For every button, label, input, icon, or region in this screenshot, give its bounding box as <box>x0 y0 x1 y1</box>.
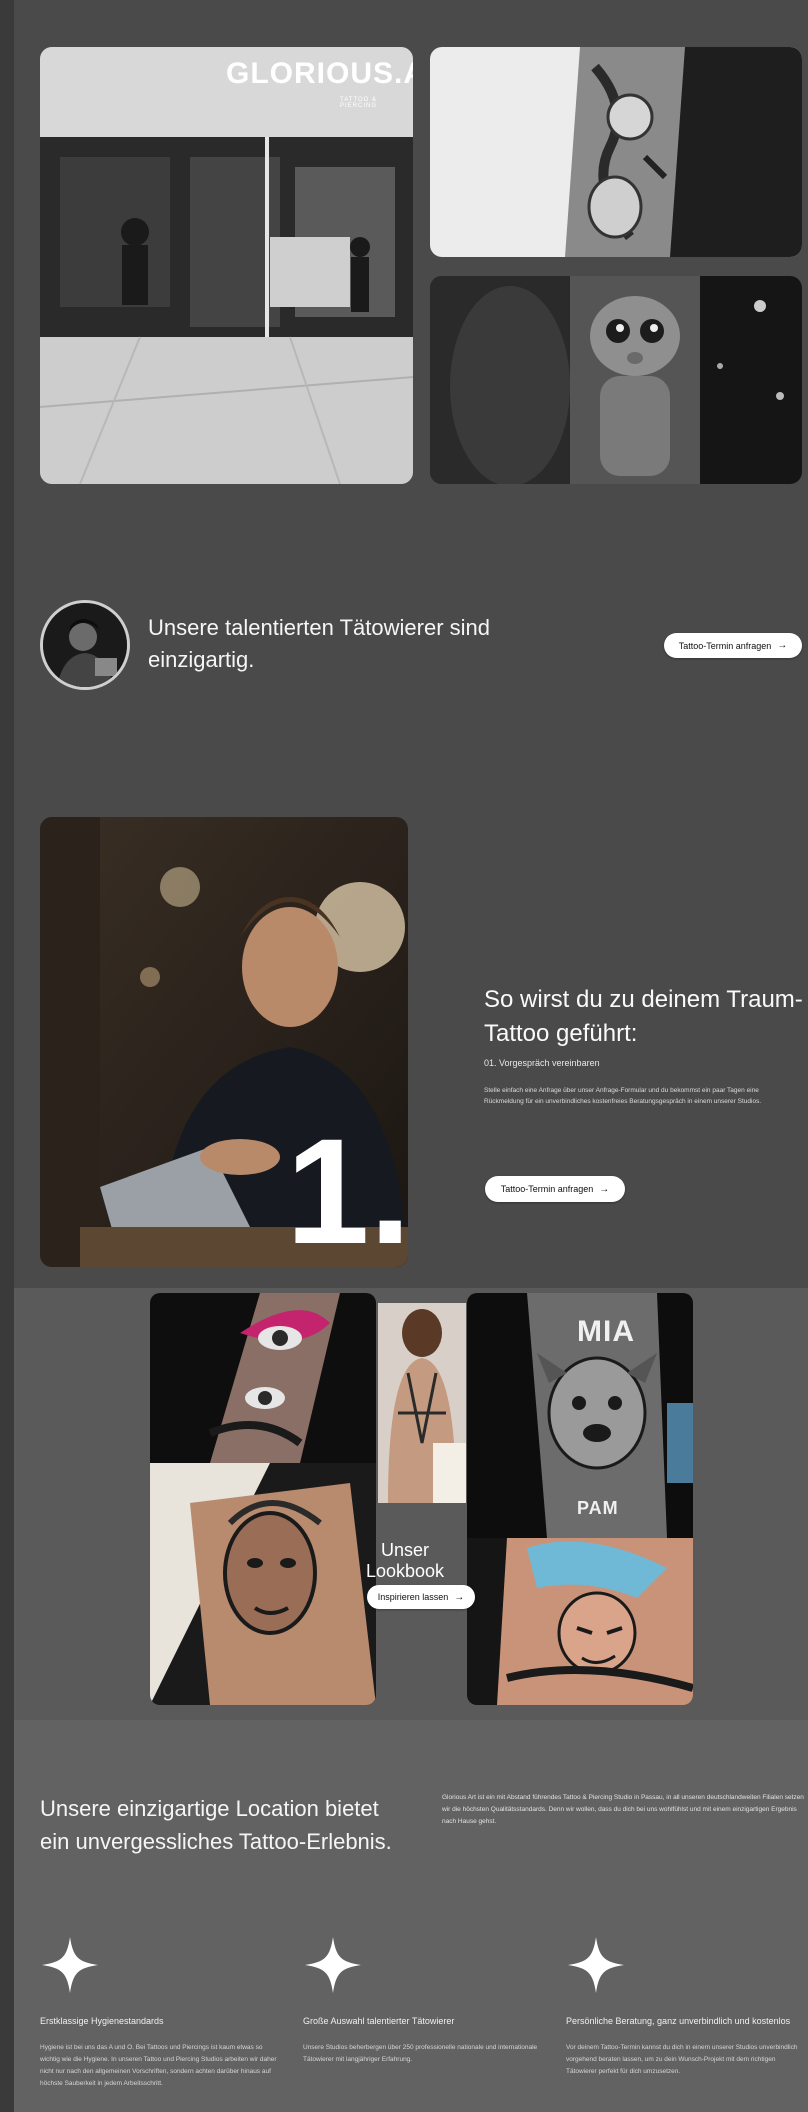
store-sign: GLORIOUS.A <box>226 57 413 90</box>
arrow-right-icon: → <box>599 1183 610 1195</box>
feature-hygiene: Erstklassige Hygienestandards Hygiene is… <box>40 1935 280 2090</box>
artist-avatar <box>40 600 130 690</box>
lookbook-dog-tattoo-photo[interactable]: MIA PAM <box>467 1293 693 1538</box>
dog-tattoo-text-top: MIA <box>577 1315 635 1348</box>
arrow-right-icon: → <box>777 640 788 651</box>
artists-appointment-button-label: Tattoo-Termin anfragen <box>678 640 772 651</box>
steps-title: So wirst du zu deinem Traum-Tattoo gefüh… <box>484 986 803 1047</box>
feature-title: Erstklassige Hygienestandards <box>40 2016 164 2026</box>
sparkle-icon <box>305 1937 361 1993</box>
lookbook-face-tattoo-photo[interactable] <box>150 1463 376 1705</box>
feature-title: Persönliche Beratung, ganz unverbindlich… <box>566 2016 791 2026</box>
arrow-right-icon: → <box>454 1591 465 1603</box>
location-description: Glorious Art ist ein mit Abstand führend… <box>442 1794 804 1825</box>
lookbook-inspire-button-label: Inspirieren lassen <box>377 1592 449 1602</box>
lookbook-inspire-button[interactable]: Inspirieren lassen → <box>367 1585 475 1609</box>
artists-tagline: Unsere talentierten Tätowierer sind einz… <box>148 615 490 672</box>
lookbook-eye-tattoo-photo[interactable] <box>150 1293 376 1463</box>
step-number: 1. <box>286 1107 412 1275</box>
feature-title: Große Auswahl talentierter Tätowierer <box>303 2016 455 2026</box>
left-edge-strip <box>0 0 14 2112</box>
location-title: Unsere einzigartige Location bietet ein … <box>40 1796 392 1854</box>
feature-description: Vor deinem Tattoo-Termin kannst du dich … <box>566 2044 798 2075</box>
lookbook-title: Unser Lookbook <box>365 1540 445 1581</box>
step-description: Stelle einfach eine Anfrage über unser A… <box>484 1087 762 1105</box>
dog-tattoo-text-bottom: PAM <box>577 1498 619 1518</box>
lookbook-back-tattoo-photo[interactable] <box>378 1303 466 1503</box>
feature-artist-selection: Große Auswahl talentierter Tätowierer Un… <box>303 1935 543 2066</box>
store-front-photo: GLORIOUS.A TATTOO & PIERCING <box>40 47 413 484</box>
lookbook-anime-tattoo-photo[interactable] <box>467 1538 693 1705</box>
store-sign-subtitle: TATTOO & PIERCING <box>340 97 378 109</box>
feature-consultation: Persönliche Beratung, ganz unverbindlich… <box>566 1935 806 2078</box>
child-character-tattoo-photo <box>430 276 802 484</box>
feature-description: Hygiene ist bei uns das A und O. Bei Tat… <box>40 2044 277 2087</box>
step-label: 01. Vorgespräch vereinbaren <box>484 1058 600 1068</box>
sparkle-icon <box>568 1937 624 1993</box>
artists-appointment-button[interactable]: Tattoo-Termin anfragen → <box>664 633 802 658</box>
feature-description: Unsere Studios beherbergen über 250 prof… <box>303 2044 538 2063</box>
steps-appointment-button-label: Tattoo-Termin anfragen <box>500 1184 594 1194</box>
sparkle-icon <box>42 1937 98 1993</box>
arm-tattoo-photo <box>430 47 802 257</box>
steps-appointment-button[interactable]: Tattoo-Termin anfragen → <box>485 1176 625 1202</box>
